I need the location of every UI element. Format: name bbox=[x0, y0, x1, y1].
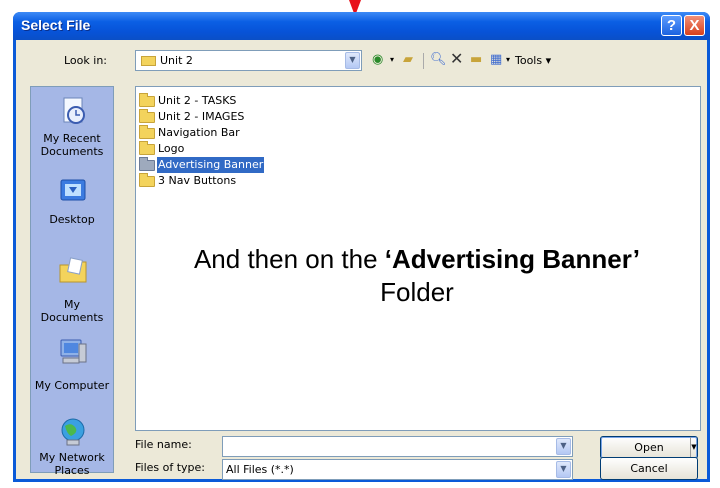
folder-name: Logo bbox=[158, 142, 185, 155]
place-label: My Network Places bbox=[39, 451, 105, 477]
back-icon[interactable]: ◉ bbox=[372, 52, 383, 68]
folder-icon bbox=[139, 173, 155, 187]
place-label: Desktop bbox=[49, 213, 95, 226]
look-in-label: Look in: bbox=[64, 54, 107, 67]
instruction-prefix: And then on the bbox=[193, 244, 385, 274]
folder-name: Unit 2 - TASKS bbox=[158, 94, 237, 107]
place-label: My Documents bbox=[40, 298, 104, 324]
title-bar[interactable]: Select File ? X bbox=[13, 12, 710, 40]
place-label: My Recent Documents bbox=[40, 132, 104, 158]
help-button[interactable]: ? bbox=[661, 15, 682, 36]
desktop-icon bbox=[60, 179, 86, 201]
places-bar: My Recent Documents Desktop My Documents bbox=[30, 86, 114, 477]
open-dropdown-icon[interactable]: ▼ bbox=[691, 437, 697, 458]
folder-name: Navigation Bar bbox=[158, 126, 240, 139]
folder-icon bbox=[141, 56, 156, 66]
recent-documents-icon bbox=[63, 97, 85, 124]
network-places-icon bbox=[61, 418, 85, 446]
folder-icon bbox=[139, 109, 155, 123]
instruction-emphasis: ‘Advertising Banner’ bbox=[384, 244, 641, 274]
open-button[interactable]: Open ▼ bbox=[600, 436, 698, 459]
views-dropdown-icon[interactable]: ▾ bbox=[506, 52, 510, 68]
files-of-type-value: All Files (*.*) bbox=[226, 463, 294, 476]
tools-menu[interactable]: Tools ▾ bbox=[515, 54, 551, 67]
folder-icon bbox=[139, 141, 155, 155]
folder-icon bbox=[139, 93, 155, 107]
cancel-button[interactable]: Cancel bbox=[600, 457, 698, 480]
delete-icon[interactable]: ✕ bbox=[450, 51, 463, 67]
close-button[interactable]: X bbox=[684, 15, 705, 36]
instruction-caption: And then on the ‘Advertising Banner’ Fol… bbox=[119, 243, 715, 309]
folder-name: Advertising Banner bbox=[157, 157, 265, 173]
my-documents-icon bbox=[59, 257, 87, 283]
folder-name: 3 Nav Buttons bbox=[158, 174, 237, 187]
search-web-icon[interactable]: 🔍︎ bbox=[430, 52, 447, 68]
chevron-down-icon[interactable]: ▼ bbox=[556, 461, 571, 478]
up-folder-icon[interactable]: ▰ bbox=[403, 52, 413, 68]
my-computer-icon bbox=[60, 339, 87, 364]
files-of-type-label: Files of type: bbox=[135, 461, 206, 474]
dialog-title: Select File bbox=[21, 17, 91, 33]
chevron-down-icon[interactable]: ▼ bbox=[345, 52, 360, 69]
place-label: My Computer bbox=[34, 379, 110, 392]
file-name-label: File name: bbox=[135, 438, 192, 451]
new-folder-icon[interactable]: ▬ bbox=[470, 52, 482, 68]
look-in-dropdown[interactable]: Unit 2 ▼ bbox=[135, 50, 362, 71]
chevron-down-icon[interactable]: ▼ bbox=[556, 438, 571, 455]
folder-icon bbox=[139, 125, 155, 139]
views-icon[interactable]: ▦ bbox=[490, 52, 502, 68]
instruction-suffix: Folder bbox=[380, 277, 454, 307]
file-name-input[interactable]: ▼ bbox=[222, 436, 573, 457]
folder-name: Unit 2 - IMAGES bbox=[158, 110, 245, 123]
look-in-value: Unit 2 bbox=[160, 54, 193, 67]
back-dropdown-icon[interactable]: ▾ bbox=[390, 52, 394, 68]
open-button-label: Open bbox=[634, 441, 664, 454]
folder-icon bbox=[139, 157, 155, 171]
toolbar-divider bbox=[423, 53, 424, 69]
files-of-type-dropdown[interactable]: All Files (*.*) ▼ bbox=[222, 459, 573, 480]
